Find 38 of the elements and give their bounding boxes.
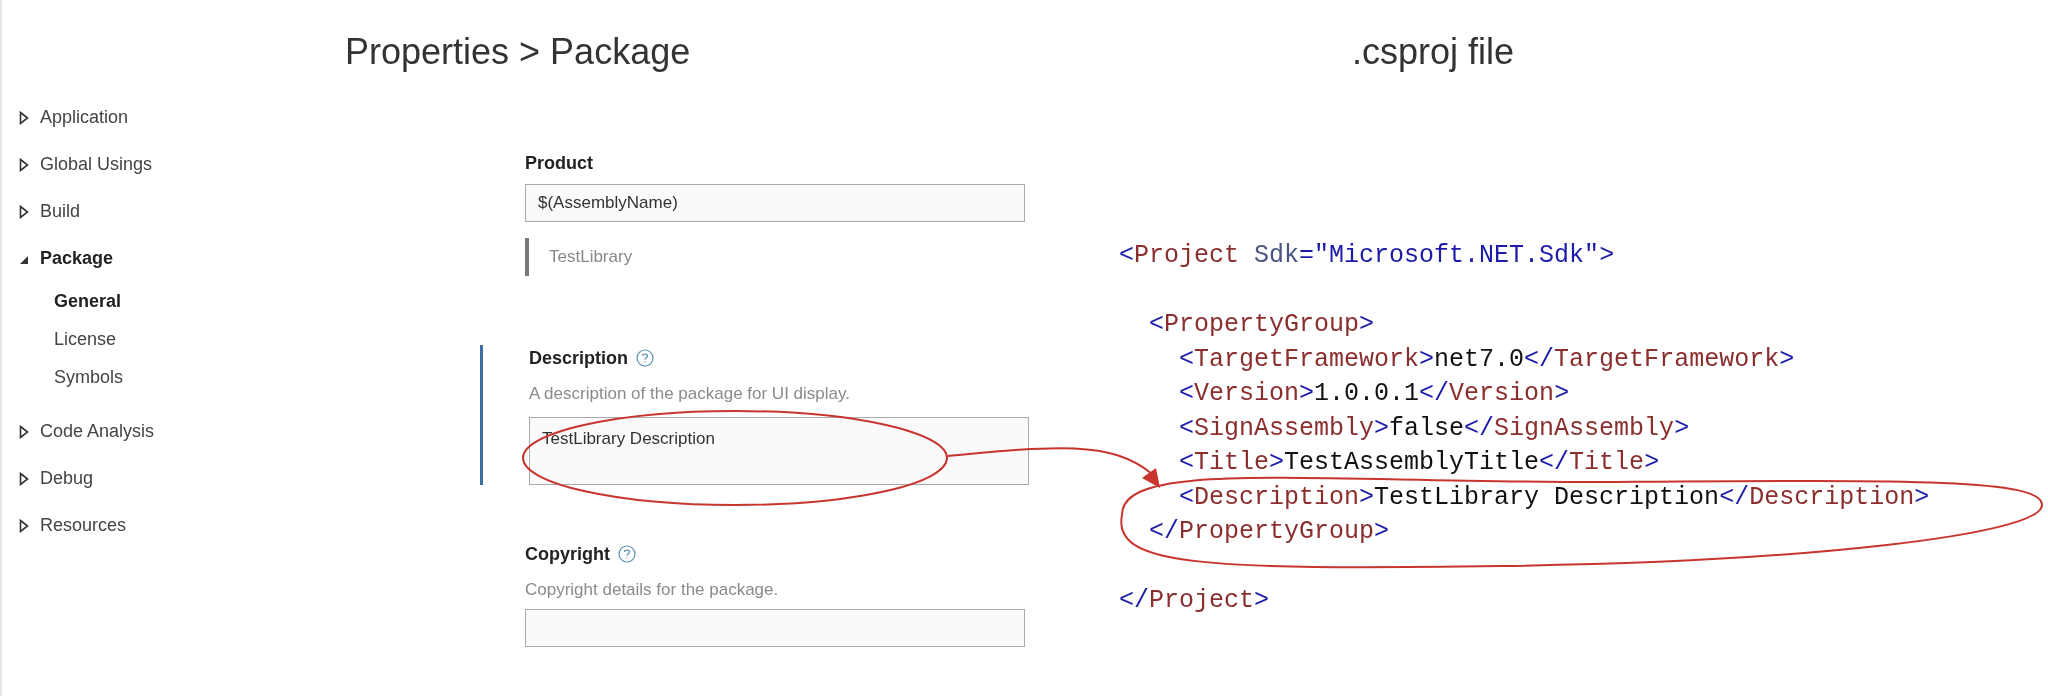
field-hint: A description of the package for UI display. xyxy=(529,383,851,405)
sidebar-item[interactable]: Build xyxy=(2,188,480,235)
caret-icon xyxy=(19,518,29,533)
sidebar-subitem[interactable]: General xyxy=(2,282,480,320)
code-line: <PropertyGroup> xyxy=(1148,309,1375,341)
code-line: <TargetFramework>net7.0</TargetFramework> xyxy=(1178,343,1795,376)
code-line: </Project> xyxy=(1119,585,1270,617)
sidebar-item[interactable]: Global Usings xyxy=(2,141,480,188)
help-icon[interactable] xyxy=(636,349,655,367)
caret-icon xyxy=(19,204,29,219)
caret-icon xyxy=(19,110,29,125)
caret-icon xyxy=(19,424,29,439)
field-label: Description xyxy=(529,347,629,370)
page-heading: .csproj file xyxy=(1352,31,1515,72)
field-label: Copyright xyxy=(525,543,610,566)
sidebar-item[interactable]: Resources xyxy=(2,502,480,549)
code-line: <SignAssembly>false</SignAssembly> xyxy=(1178,412,1690,445)
sidebar-subitem[interactable]: License xyxy=(2,320,480,358)
code-line: <Version>1.0.0.1</Version> xyxy=(1178,378,1570,410)
caret-icon xyxy=(19,157,29,172)
evaluated-value: TestLibrary xyxy=(525,238,1040,276)
text-area[interactable]: TestLibrary Description xyxy=(529,417,1029,485)
field-hint: Copyright details for the package. xyxy=(525,579,780,601)
code-line: <Project Sdk="Microsoft.NET.Sdk"> xyxy=(1119,240,1615,272)
sidebar-item[interactable]: Debug xyxy=(2,455,480,502)
input-field[interactable]: $(AssemblyName) xyxy=(525,184,1025,222)
sidebar-item[interactable]: Package xyxy=(2,235,480,282)
caret-icon xyxy=(19,471,29,486)
sidebar-item[interactable]: Application xyxy=(2,94,480,141)
help-icon[interactable] xyxy=(618,545,636,563)
sidebar-item[interactable]: Code Analysis xyxy=(2,408,480,455)
sidebar-subitem[interactable]: Symbols xyxy=(2,358,480,396)
page-heading: Properties > Package xyxy=(345,31,691,72)
input-field[interactable] xyxy=(525,609,1025,647)
code-line: <Title>TestAssemblyTitle</Title> xyxy=(1178,447,1660,479)
code-line: <Description>TestLibrary Description</Description> xyxy=(1178,481,1930,514)
code-line: </PropertyGroup> xyxy=(1148,516,1390,548)
field-label: Product xyxy=(525,152,593,175)
